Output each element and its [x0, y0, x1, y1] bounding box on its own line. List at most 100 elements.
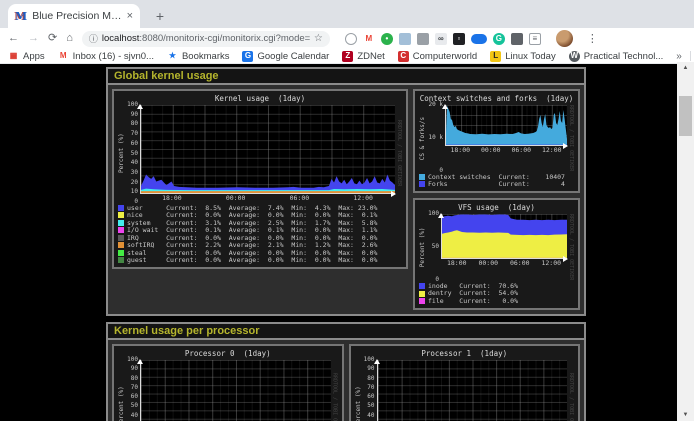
context-switches-chart[interactable]: Context switches and forks (1day)CS & fo… — [413, 89, 580, 193]
menu-kebab-icon[interactable]: ⋮ — [587, 32, 598, 45]
y-tick-label: 50 — [131, 151, 138, 157]
y-tick-label: 80 — [367, 376, 374, 382]
processor-0-chart[interactable]: Processor 0 (1day)Percent (%)10090807060… — [112, 344, 344, 421]
forward-icon[interactable]: → — [28, 33, 39, 44]
bookmark-item[interactable]: LLinux Today — [490, 51, 556, 62]
x-tick-label: 00:00 — [481, 147, 501, 154]
new-tab-button[interactable]: + — [150, 7, 170, 25]
dark-box-extension-icon[interactable]: ▫ — [453, 33, 465, 45]
legend-color-swatch — [419, 298, 425, 304]
bookmark-label: Inbox (16) - sjvn0... — [73, 51, 154, 62]
grammarly-extension-icon[interactable]: G — [493, 33, 505, 45]
url-text: localhost:8080/monitorix-cgi/monitorix.c… — [102, 33, 310, 44]
gmail-extension-icon[interactable]: M — [363, 33, 375, 45]
playlist-extension-icon[interactable]: ≡ — [529, 33, 541, 45]
x-tick-label: 06:00 — [511, 147, 531, 154]
vfs-usage-chart[interactable]: VFS usage (1day)Percent (%)10050018:0000… — [413, 198, 580, 310]
kernel-usage-chart[interactable]: Kernel usage (1day)Percent (%)1009080706… — [112, 89, 408, 269]
browser-tab[interactable]: M Blue Precision Monitorix × — [8, 4, 140, 28]
extension-icons: M • ∞ ▫ G ≡ — [345, 33, 541, 45]
y-axis-arrow-icon — [374, 356, 380, 364]
bookmark-label: Practical Technol... — [584, 51, 664, 62]
bookmark-label: Google Calendar — [257, 51, 329, 62]
profile-avatar[interactable] — [556, 30, 573, 47]
reload-icon[interactable]: ⟳ — [48, 33, 57, 44]
green-dot-extension-icon[interactable]: • — [381, 33, 393, 45]
x-tick-label: 12:00 — [541, 260, 561, 267]
back-icon[interactable]: ← — [8, 33, 19, 44]
y-tick-label: 10 k — [429, 135, 443, 141]
y-tick-label: 50 — [131, 403, 138, 409]
page-info-icon[interactable]: ⓘ — [89, 32, 98, 45]
y-axis-arrow-icon — [442, 101, 448, 109]
legend-row: Forks Current: 4 — [419, 181, 574, 189]
y-tick-labels: 1009080706050403020100 — [126, 360, 140, 421]
address-bar[interactable]: ⓘ localhost:8080/monitorix-cgi/monitorix… — [82, 31, 330, 47]
tab-close-icon[interactable]: × — [127, 11, 133, 22]
x-tick-labels: 18:0000:0006:0012:00 — [445, 146, 567, 154]
y-tick-label: 80 — [131, 121, 138, 127]
section-global-kernel-usage: Global kernel usage Kernel usage (1day) P… — [106, 67, 586, 316]
legend-text: guest Current: 0.0% Average: 0.0% Min: 0… — [127, 257, 377, 264]
bookmark-item[interactable]: WPractical Technol... — [569, 51, 664, 62]
legend-row: nice Current: 0.0% Average: 0.0% Min: 0.… — [118, 212, 402, 220]
scrollbar[interactable]: ▲ ▼ — [677, 62, 694, 421]
y-axis-label: Percent (%) — [118, 360, 126, 421]
bookmarks-bar: ▦Apps M Inbox (16) - sjvn0... ★Bookmarks GGo… — [0, 49, 694, 64]
bookmark-item[interactable]: GGoogle Calendar — [242, 51, 329, 62]
bookmark-item[interactable]: ZZDNet — [342, 51, 384, 62]
bookmarks-overflow-icon[interactable]: » — [676, 51, 682, 62]
gray-box-extension-icon[interactable] — [417, 33, 429, 45]
blue-pill-extension-icon[interactable] — [471, 34, 487, 44]
monitorix-favicon-icon: M — [15, 11, 27, 22]
y-tick-labels: 20 k10 k0 — [427, 105, 445, 171]
pages-extension-icon[interactable] — [399, 33, 411, 45]
y-axis-arrow-icon — [137, 356, 143, 364]
y-tick-label: 0 — [439, 168, 443, 174]
y-axis-label: CS & forks/s — [419, 105, 427, 171]
x-tick-label: 18:00 — [162, 195, 182, 202]
y-tick-label: 60 — [367, 394, 374, 400]
bookmark-item[interactable]: ▦Apps — [8, 51, 45, 62]
magnifier-icon[interactable] — [345, 33, 357, 45]
legend-text: Forks Current: 4 — [428, 181, 565, 188]
chart-legend: Context switches Current: 10407Forks Cur… — [419, 173, 574, 188]
y-tick-label: 90 — [131, 366, 138, 372]
section-title: Global kernel usage — [108, 69, 584, 85]
rrdtool-watermark: RRDTOOL / TOBI OETIKER — [567, 360, 574, 421]
y-axis-label: Percent (%) — [118, 105, 126, 202]
rrdtool-watermark: RRDTOOL / TOBI OETIKER — [567, 105, 574, 171]
monitorix-page: Global kernel usage Kernel usage (1day) P… — [0, 64, 677, 421]
tab-title: Blue Precision Monitorix — [32, 10, 121, 22]
legend-color-swatch — [118, 250, 124, 256]
chart-title: Kernel usage (1day) — [118, 94, 402, 103]
chart-title: Processor 1 (1day) — [355, 349, 575, 358]
scroll-down-icon[interactable]: ▼ — [677, 409, 694, 421]
y-tick-label: 0 — [435, 277, 439, 283]
browser-window: M Blue Precision Monitorix × + ← → ⟳ ⌂ ⓘ… — [0, 0, 694, 421]
y-tick-label: 60 — [131, 394, 138, 400]
gmail-icon: M — [58, 51, 69, 62]
puzzle-extension-icon[interactable] — [511, 33, 523, 45]
plot-area — [441, 214, 567, 259]
scrollbar-thumb[interactable] — [679, 96, 692, 136]
scroll-up-icon[interactable]: ▲ — [677, 62, 694, 74]
bookmark-item[interactable]: M Inbox (16) - sjvn0... — [58, 51, 154, 62]
y-axis-label: Percent (%) — [355, 360, 363, 421]
legend-text: nice Current: 0.0% Average: 0.0% Min: 0.… — [127, 212, 377, 219]
bookmark-label: ZDNet — [357, 51, 384, 62]
legend-color-swatch — [419, 181, 425, 187]
bookmark-item[interactable]: CComputerworld — [398, 51, 477, 62]
bookmark-item[interactable]: ★Bookmarks — [167, 51, 230, 62]
home-icon[interactable]: ⌂ — [66, 33, 73, 44]
y-tick-label: 50 — [432, 244, 439, 250]
bookmark-star-icon[interactable]: ☆ — [314, 33, 323, 44]
legend-text: file Current: 0.0% — [428, 298, 518, 305]
x-tick-label: 00:00 — [226, 195, 246, 202]
rrdtool-watermark: RRDTOOL / TOBI OETIKER — [567, 214, 574, 280]
glasses-extension-icon[interactable]: ∞ — [435, 33, 447, 45]
chart-legend: user Current: 8.5% Average: 7.4% Min: 4.… — [118, 204, 402, 264]
y-tick-label: 80 — [131, 376, 138, 382]
processor-1-chart[interactable]: Processor 1 (1day)Percent (%)10090807060… — [349, 344, 581, 421]
computerworld-icon: C — [398, 51, 409, 62]
